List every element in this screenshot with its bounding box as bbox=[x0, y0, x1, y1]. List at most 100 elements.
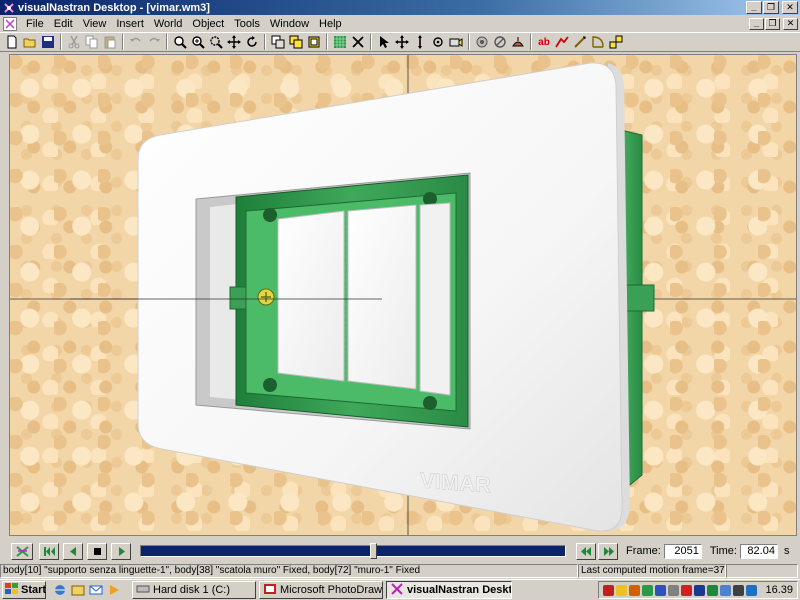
tools-icon[interactable] bbox=[349, 33, 367, 51]
browser-icon[interactable] bbox=[52, 582, 68, 598]
wall-box-tab bbox=[623, 284, 655, 312]
force-icon[interactable] bbox=[509, 33, 527, 51]
menu-window[interactable]: Window bbox=[265, 18, 314, 30]
arc-icon[interactable] bbox=[589, 33, 607, 51]
main-toolbar: ab bbox=[0, 32, 800, 52]
step-back-button[interactable] bbox=[63, 542, 83, 560]
time-unit: s bbox=[783, 545, 790, 557]
copy-icon[interactable] bbox=[83, 33, 101, 51]
doc-close-button[interactable]: ✕ bbox=[783, 17, 798, 30]
start-label: Start bbox=[21, 584, 47, 596]
task-visualnastran[interactable]: visualNastran Deskto... bbox=[386, 581, 512, 599]
outlook-icon[interactable] bbox=[88, 582, 104, 598]
task-label: Hard disk 1 (C:) bbox=[153, 584, 231, 596]
rewind-button[interactable] bbox=[39, 542, 59, 560]
tray-icon[interactable] bbox=[629, 584, 641, 596]
stop-button[interactable] bbox=[87, 542, 107, 560]
close-button[interactable]: ✕ bbox=[782, 1, 798, 14]
media-icon[interactable] bbox=[106, 582, 122, 598]
switch-center bbox=[347, 204, 417, 390]
select-icon[interactable] bbox=[375, 33, 393, 51]
joint-icon[interactable] bbox=[305, 33, 323, 51]
tray-icon[interactable] bbox=[603, 584, 615, 596]
play-button[interactable] bbox=[111, 542, 131, 560]
time-field[interactable]: 82.04 bbox=[739, 543, 778, 559]
tray-icon[interactable] bbox=[720, 584, 732, 596]
body-icon[interactable] bbox=[287, 33, 305, 51]
camera-icon[interactable] bbox=[447, 33, 465, 51]
rotate-icon[interactable] bbox=[243, 33, 261, 51]
menu-edit[interactable]: Edit bbox=[49, 18, 78, 30]
constraint-icon[interactable] bbox=[473, 33, 491, 51]
restore-button[interactable]: ❐ bbox=[763, 1, 779, 14]
document-icon[interactable] bbox=[3, 16, 17, 31]
motor-icon[interactable] bbox=[491, 33, 509, 51]
menu-tools[interactable]: Tools bbox=[229, 18, 265, 30]
start-button[interactable]: Start bbox=[2, 581, 46, 599]
doc-restore-button[interactable]: ❐ bbox=[765, 17, 780, 30]
quick-launch bbox=[52, 582, 124, 598]
explorer-icon[interactable] bbox=[70, 582, 86, 598]
task-photodraw[interactable]: Microsoft PhotoDraw bbox=[259, 581, 383, 599]
menu-object[interactable]: Object bbox=[187, 18, 229, 30]
text-tool-icon[interactable]: ab bbox=[535, 33, 553, 51]
tray-icon[interactable] bbox=[707, 584, 719, 596]
tray-icon[interactable] bbox=[694, 584, 706, 596]
motion-status: Last computed motion frame=3701 bbox=[578, 563, 726, 578]
menu-insert[interactable]: Insert bbox=[111, 18, 149, 30]
task-hard-disk[interactable]: Hard disk 1 (C:) bbox=[132, 581, 256, 599]
line-tool-icon[interactable] bbox=[571, 33, 589, 51]
menu-help[interactable]: Help bbox=[314, 18, 347, 30]
status-extra-pane bbox=[726, 563, 798, 578]
spin-icon[interactable] bbox=[429, 33, 447, 51]
next-frame-button[interactable] bbox=[598, 542, 618, 560]
new-icon[interactable] bbox=[3, 33, 21, 51]
zoom-icon[interactable] bbox=[171, 33, 189, 51]
brand-logo-text: VIMAR bbox=[420, 468, 491, 498]
open-icon[interactable] bbox=[21, 33, 39, 51]
doc-minimize-button[interactable]: _ bbox=[749, 17, 764, 30]
redo-icon[interactable] bbox=[145, 33, 163, 51]
zoom-in-icon[interactable] bbox=[189, 33, 207, 51]
frame-field[interactable]: 2051 bbox=[663, 543, 702, 559]
task-label: Microsoft PhotoDraw bbox=[280, 584, 383, 596]
view-icon[interactable] bbox=[269, 33, 287, 51]
curve-icon[interactable] bbox=[553, 33, 571, 51]
resize-icon[interactable] bbox=[411, 33, 429, 51]
undo-icon[interactable] bbox=[127, 33, 145, 51]
menu-world[interactable]: World bbox=[149, 18, 188, 30]
paste-icon[interactable] bbox=[101, 33, 119, 51]
screw-hole bbox=[423, 396, 437, 410]
tray-icon[interactable] bbox=[681, 584, 693, 596]
tray-icon[interactable] bbox=[746, 584, 758, 596]
tray-icon[interactable] bbox=[733, 584, 745, 596]
minimize-button[interactable]: _ bbox=[746, 1, 762, 14]
menu-file[interactable]: File bbox=[21, 18, 49, 30]
taskbar: Start Hard disk 1 (C:) Microsoft PhotoDr… bbox=[0, 579, 800, 600]
scene-canvas: VIMAR bbox=[10, 55, 796, 535]
prev-frame-button[interactable] bbox=[576, 542, 596, 560]
playback-bar: Frame: 2051 Time: 82.04 s bbox=[0, 540, 800, 562]
tray-icon[interactable] bbox=[655, 584, 667, 596]
cut-icon[interactable] bbox=[65, 33, 83, 51]
drive-icon bbox=[136, 583, 150, 598]
switch-left bbox=[277, 210, 345, 382]
pan-icon[interactable] bbox=[225, 33, 243, 51]
3d-viewport[interactable]: VIMAR bbox=[9, 54, 797, 536]
screw-hole bbox=[263, 378, 277, 392]
timeline-slider[interactable] bbox=[140, 543, 566, 559]
screw-hole bbox=[263, 208, 277, 222]
misc-icon[interactable] bbox=[607, 33, 625, 51]
system-tray: 16.39 bbox=[598, 581, 798, 599]
save-icon[interactable] bbox=[39, 33, 57, 51]
windows-logo-icon bbox=[5, 582, 19, 598]
timeline-thumb[interactable] bbox=[370, 543, 377, 559]
zoom-box-icon[interactable] bbox=[207, 33, 225, 51]
tray-icon[interactable] bbox=[668, 584, 680, 596]
grid-icon[interactable] bbox=[331, 33, 349, 51]
tray-icon[interactable] bbox=[642, 584, 654, 596]
move-icon[interactable] bbox=[393, 33, 411, 51]
simulation-mode-icon[interactable] bbox=[11, 542, 33, 560]
menu-view[interactable]: View bbox=[78, 18, 112, 30]
tray-icon[interactable] bbox=[616, 584, 628, 596]
